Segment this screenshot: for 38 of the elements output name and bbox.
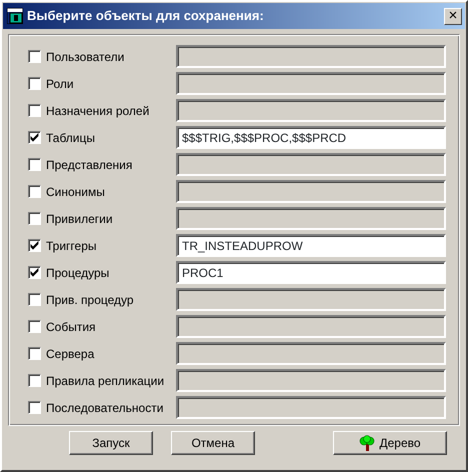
input-field[interactable]: $$$TRIG,$$$PROC,$$$PRCD [176, 126, 446, 149]
checkbox[interactable] [28, 293, 41, 306]
input-field[interactable]: PROC1 [176, 261, 446, 284]
checkbox-label: Синонимы [45, 184, 106, 200]
tree-icon [359, 435, 376, 451]
checkbox[interactable] [28, 104, 41, 117]
checkbox-label: Процедуры [45, 264, 110, 282]
checkbox-label: Таблицы [45, 130, 96, 146]
checkbox[interactable] [28, 158, 41, 171]
checkbox[interactable] [28, 212, 41, 225]
app-icon [7, 8, 23, 24]
checkbox-label: Последовательности [45, 400, 164, 416]
checkbox[interactable] [28, 239, 41, 252]
window-title: Выберите объекты для сохранения: [27, 7, 265, 26]
checkbox[interactable] [28, 77, 41, 90]
checkbox-label: Пользователи [45, 48, 126, 66]
checkbox[interactable] [28, 266, 41, 279]
checkbox[interactable] [28, 374, 41, 387]
checkbox-label: Роли [45, 76, 75, 92]
checkbox[interactable] [28, 50, 41, 63]
checkbox[interactable] [28, 185, 41, 198]
checkbox[interactable] [28, 401, 41, 414]
checkbox-label: Правила репликации [45, 372, 166, 390]
checkbox-label: Привилегии [45, 210, 114, 228]
checkbox-label: Представления [45, 156, 134, 174]
close-button[interactable]: × [444, 8, 462, 24]
checkbox-label: Сервера [45, 346, 96, 362]
tree-button[interactable]: Дерево [333, 431, 447, 455]
checkbox[interactable] [28, 131, 41, 144]
checkbox[interactable] [28, 347, 41, 360]
dialog-button[interactable]: Отмена [171, 431, 255, 455]
checkbox-label: Назначения ролей [45, 102, 150, 120]
dialog-button[interactable]: Запуск [69, 431, 153, 455]
input-field[interactable]: TR_INSTEADUPROW [176, 234, 446, 257]
checkbox-label: События [45, 318, 97, 336]
checkbox[interactable] [28, 320, 41, 333]
checkbox-label: Триггеры [45, 238, 98, 254]
checkbox-label: Прив. процедур [45, 292, 135, 308]
